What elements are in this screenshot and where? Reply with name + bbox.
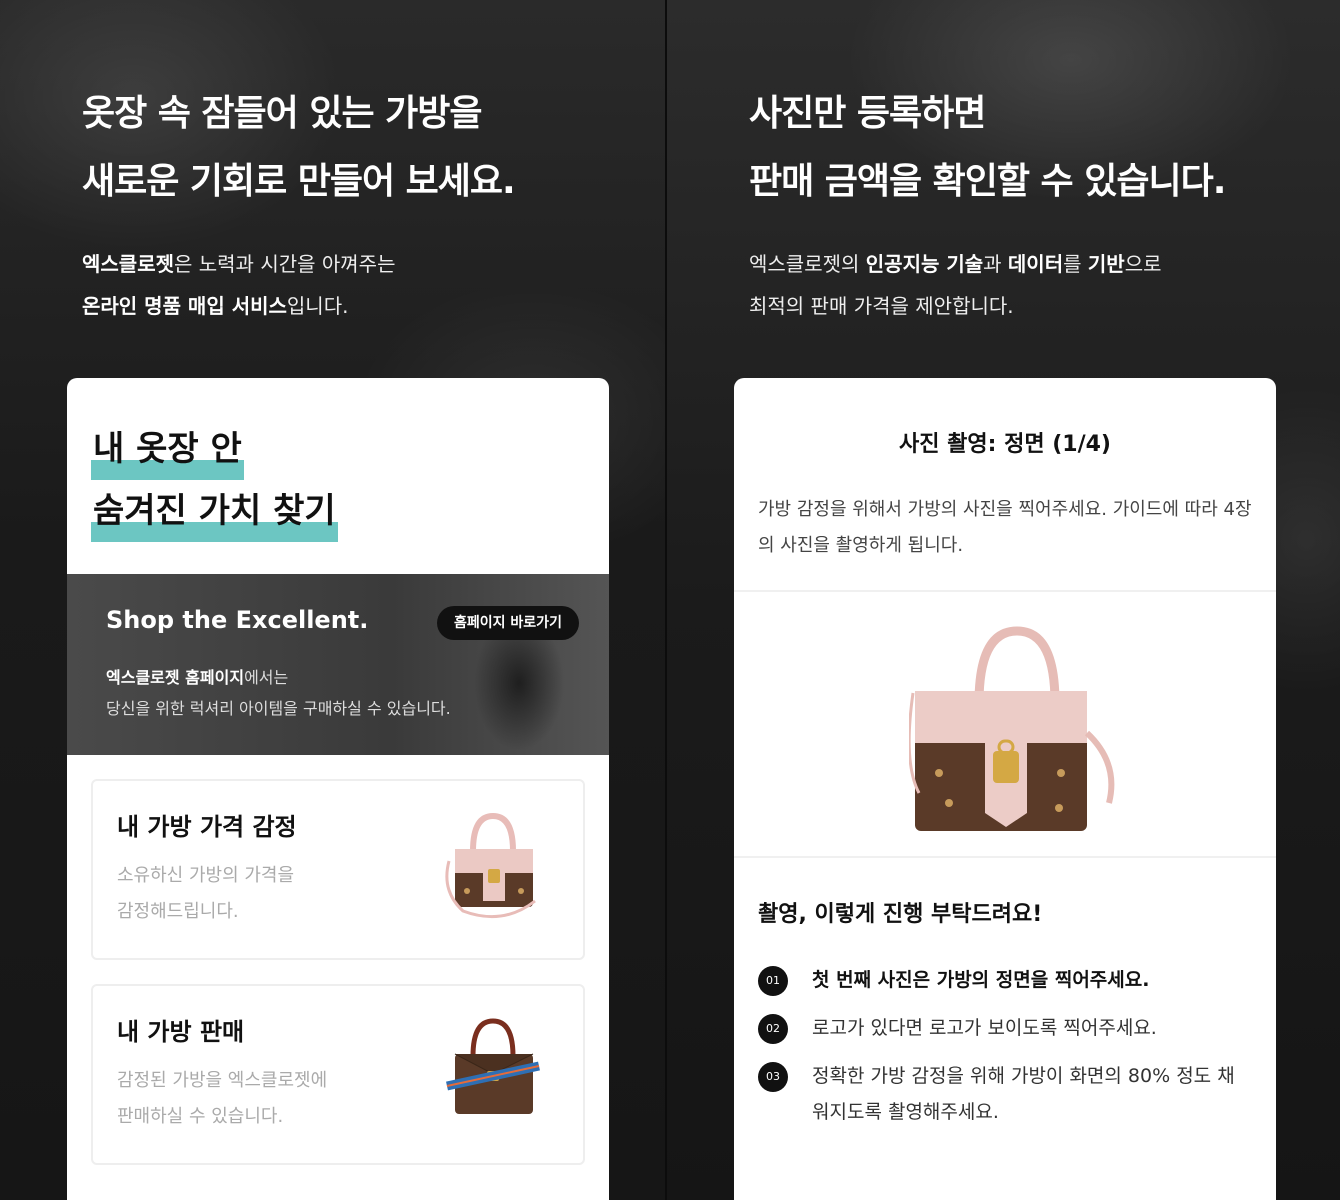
hero-desc-bold: 기반 [1087,252,1125,276]
shop-banner-description: 엑스클로젯 홈페이지에서는 당신을 위한 럭셔리 아이템을 구매하실 수 있습니… [106,662,451,724]
menu-desc-line1: 감정된 가방을 엑스클로젯에 [117,1070,328,1091]
appraisal-menu-card[interactable]: 내 가방 가격 감정 소유하신 가방의 가격을 감정해드립니다. [91,779,585,960]
guide-title: 촬영, 이렇게 진행 부탁드려요! [758,902,1043,927]
sell-menu-card[interactable]: 내 가방 판매 감정된 가방을 엑스클로젯에 판매하실 수 있습니다. [91,984,585,1165]
brand-name: 엑스클로젯 [82,252,174,276]
hero-title: 옷장 속 잠들어 있는 가방을 새로운 기회로 만들어 보세요. [82,80,516,216]
menu-title: 내 가방 가격 감정 [117,813,297,841]
hero-title-line1: 옷장 속 잠들어 있는 가방을 [82,93,482,134]
step-description: 가방 감정을 위해서 가방의 사진을 찍어주세요. 가이드에 따라 4장의 사진… [758,499,1252,556]
pink-monogram-bag-icon [909,626,1115,831]
right-panel: 사진만 등록하면 판매 금액을 확인할 수 있습니다. 엑스클로젯의 인공지능 … [667,0,1340,1200]
closet-title: 내 옷장 안 숨겨진 가치 찾기 [91,418,338,542]
divider [734,590,1276,592]
hero-desc-bold: 인공지능 기술 [865,252,984,276]
step-title: 사진 촬영: 정면 (1/4) [899,432,1111,457]
pink-monogram-bag-icon [445,812,536,919]
service-name: 온라인 명품 매입 서비스 [82,294,287,318]
hero-description: 엑스클로젯의 인공지능 기술과 데이터를 기반으로 최적의 판매 가격을 제안합… [749,243,1162,327]
hero-desc-text: 과 [983,252,1008,276]
brown-monogram-bag-icon [446,1018,540,1114]
closet-title-line2: 숨겨진 가치 찾기 [91,480,338,542]
photo-guide-card: 사진 촬영: 정면 (1/4) 가방 감정을 위해서 가방의 사진을 찍어주세요… [734,378,1276,1200]
guide-text: 로고가 있다면 로고가 보이도록 찍어주세요. [812,1017,1157,1039]
hero-title-line2: 새로운 기회로 만들어 보세요. [82,161,516,202]
homepage-link-button[interactable]: 홈페이지 바로가기 [437,606,579,640]
homepage-name: 엑스클로젯 홈페이지 [106,668,245,687]
menu-description: 감정된 가방을 엑스클로젯에 판매하실 수 있습니다. [117,1063,327,1135]
step-number-badge: 02 [758,1014,788,1044]
guide-text: 첫 번째 사진은 가방의 정면을 찍어주세요. [812,969,1150,991]
hero-desc-text: 은 노력과 시간을 아껴주는 [174,252,396,276]
shop-desc-line2: 당신을 위한 럭셔리 아이템을 구매하실 수 있습니다. [106,699,451,718]
step-number-badge: 03 [758,1062,788,1092]
hero-desc-line2: 최적의 판매 가격을 제안합니다. [749,294,1014,318]
closet-title-line1: 내 옷장 안 [91,418,244,480]
app-card: 내 옷장 안 숨겨진 가치 찾기 Shop the Excellent. 홈페이… [67,378,609,1200]
menu-description: 소유하신 가방의 가격을 감정해드립니다. [117,858,294,930]
step-number-badge: 01 [758,966,788,996]
shop-banner-title: Shop the Excellent. [106,606,369,634]
hero-title: 사진만 등록하면 판매 금액을 확인할 수 있습니다. [749,80,1226,216]
menu-title: 내 가방 판매 [117,1018,245,1046]
hero-title-line1: 사진만 등록하면 [749,93,986,134]
guide-text: 정확한 가방 감정을 위해 가방이 화면의 80% 정도 채워지도록 촬영해주세… [812,1065,1235,1123]
hero-title-line2: 판매 금액을 확인할 수 있습니다. [749,161,1226,202]
hero-description: 엑스클로젯은 노력과 시간을 아껴주는 온라인 명품 매입 서비스입니다. [82,243,395,327]
hero-desc-bold: 데이터 [1007,252,1064,276]
menu-desc-line2: 감정해드립니다. [117,901,239,922]
menu-desc-line2: 판매하실 수 있습니다. [117,1106,284,1127]
shop-desc-text: 에서는 [244,668,289,687]
divider [734,856,1276,858]
left-panel: 옷장 속 잠들어 있는 가방을 새로운 기회로 만들어 보세요. 엑스클로젯은 … [0,0,667,1200]
shop-banner[interactable]: Shop the Excellent. 홈페이지 바로가기 엑스클로젯 홈페이지… [67,574,609,755]
hero-desc-text: 엑스클로젯의 [749,252,866,276]
hero-desc-text: 를 [1063,252,1088,276]
hero-desc-text: 입니다. [286,294,349,318]
menu-desc-line1: 소유하신 가방의 가격을 [117,865,295,886]
hero-desc-text: 으로 [1124,252,1162,276]
